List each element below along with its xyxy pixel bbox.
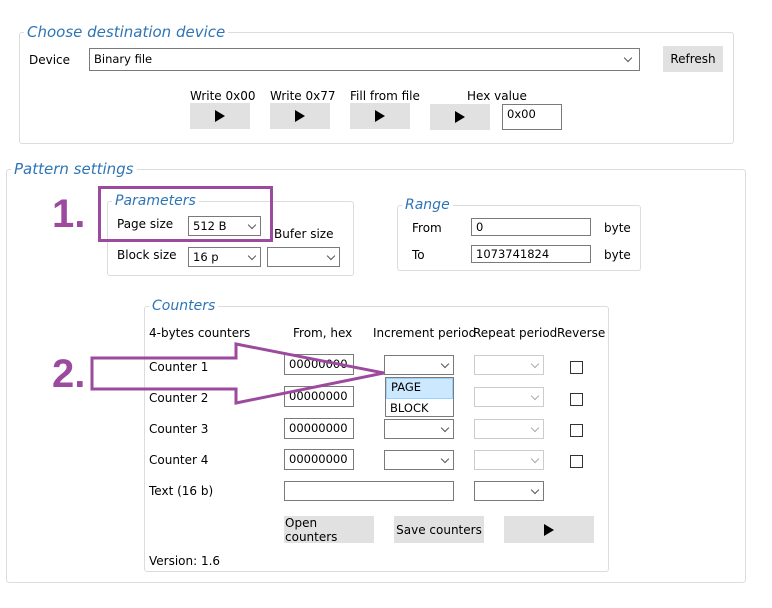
arrow-shape [90,342,385,405]
arrow-annotation [90,342,385,405]
